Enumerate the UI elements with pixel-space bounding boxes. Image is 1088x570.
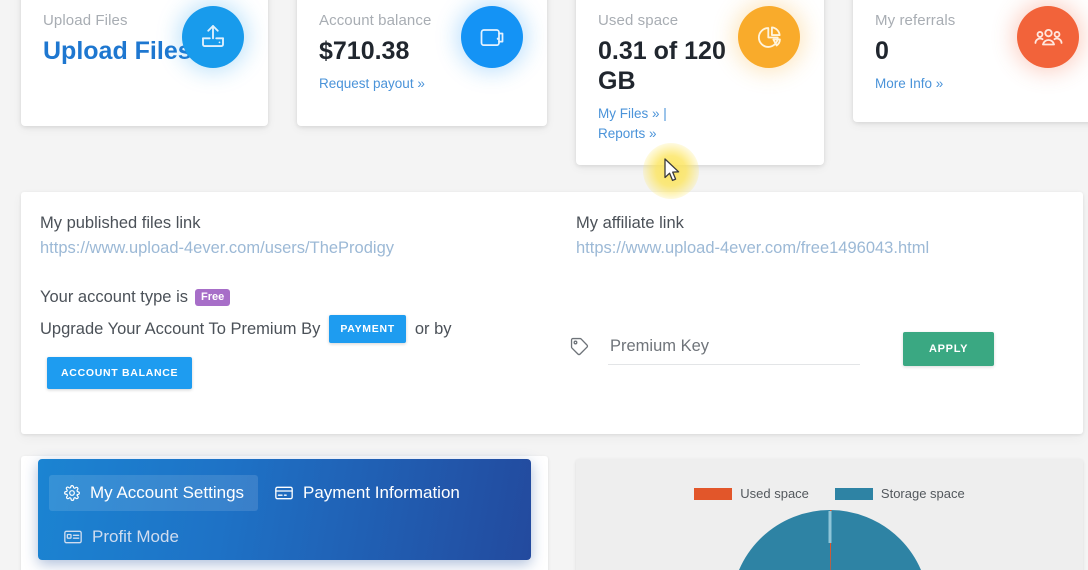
- more-info-link[interactable]: More Info »: [875, 76, 943, 91]
- affiliate-label: My affiliate link: [576, 214, 684, 232]
- people-group-icon: [1017, 6, 1079, 68]
- legend-item-used-space[interactable]: Used space: [694, 486, 809, 501]
- storage-donut-chart[interactable]: [730, 509, 930, 570]
- tab-label: Profit Mode: [92, 527, 179, 546]
- legend-label: Used space: [740, 486, 809, 501]
- link-separator: |: [663, 106, 667, 121]
- account-balance-button[interactable]: ACCOUNT BALANCE: [47, 357, 193, 389]
- tab-my-account-settings[interactable]: My Account Settings: [49, 475, 259, 511]
- account-type-badge: Free: [194, 288, 231, 306]
- apply-button[interactable]: APPLY: [903, 332, 995, 366]
- upgrade-row: Upgrade Your Account To Premium By PAYME…: [40, 315, 452, 343]
- stat-card-body: Upload Files Upload Files: [21, 0, 268, 126]
- affiliate-link[interactable]: https://www.upload-4ever.com/free1496043…: [576, 236, 929, 260]
- tab-label: My Account Settings: [90, 483, 245, 502]
- tab-label: Payment Information: [303, 483, 460, 502]
- stat-card-upload-files[interactable]: Upload Files Upload Files: [21, 0, 268, 126]
- premium-key-row: APPLY: [569, 332, 995, 366]
- legend-label: Storage space: [880, 486, 965, 501]
- upgrade-suffix-label: or by: [414, 320, 452, 338]
- stat-card-links: Request payout »: [319, 74, 469, 94]
- published-files-label: My published files link: [40, 214, 201, 232]
- storage-chart-panel: Used space Storage space: [576, 459, 1083, 570]
- tab-payment-information[interactable]: Payment Information: [260, 475, 474, 511]
- donut-svg: [730, 510, 929, 570]
- legend-item-storage-space[interactable]: Storage space: [834, 486, 965, 501]
- upgrade-label: Upgrade Your Account To Premium By: [40, 320, 321, 338]
- request-payout-link[interactable]: Request payout »: [319, 76, 425, 91]
- upload-cloud-icon: [182, 6, 244, 68]
- stat-card-body: Account balance $710.38 Request payout »: [297, 0, 547, 126]
- premium-key-input[interactable]: [608, 333, 860, 365]
- account-type-label: Your account type is: [40, 288, 188, 306]
- account-info-panel: My published files link https://www.uplo…: [21, 192, 1083, 434]
- published-files-link[interactable]: https://www.upload-4ever.com/users/ThePr…: [40, 236, 394, 260]
- stat-card-body: Used space 0.31 of 120 GB My Files » | R…: [576, 0, 824, 165]
- payment-button[interactable]: PAYMENT: [329, 315, 406, 343]
- id-card-icon: [63, 527, 83, 547]
- stat-card-value: 0: [875, 37, 889, 65]
- reports-link[interactable]: Reports »: [598, 126, 657, 141]
- stat-card-used-space[interactable]: Used space 0.31 of 120 GB My Files » | R…: [576, 0, 824, 165]
- page-viewport: Upload Files Upload Files Account balanc…: [0, 0, 1088, 570]
- stat-card-value: Upload Files: [43, 37, 192, 65]
- legend-swatch-used-space: [694, 487, 733, 500]
- published-files-block: My published files link https://www.uplo…: [40, 212, 394, 260]
- chart-legend: Used space Storage space: [576, 486, 1083, 501]
- stat-card-value: 0.31 of 120 GB: [598, 37, 726, 95]
- affiliate-block: My affiliate link https://www.upload-4ev…: [576, 212, 929, 260]
- stat-card-links: My Files » | Reports »: [598, 104, 748, 144]
- stat-card-value: $710.38: [319, 37, 410, 65]
- tag-icon: [569, 336, 590, 362]
- wallet-icon: [461, 6, 523, 68]
- gear-icon: [63, 484, 81, 502]
- stat-card-my-referrals[interactable]: My referrals 0 More Info »: [853, 0, 1088, 122]
- credit-card-icon: [274, 483, 294, 503]
- tab-profit-mode[interactable]: Profit Mode: [49, 519, 193, 555]
- settings-tabs-panel: My Account Settings Payment Information: [38, 459, 531, 560]
- my-files-link[interactable]: My Files »: [598, 106, 660, 121]
- stat-card-body: My referrals 0 More Info »: [853, 0, 1088, 122]
- stat-card-links: More Info »: [875, 74, 1025, 94]
- stat-card-account-balance[interactable]: Account balance $710.38 Request payout »: [297, 0, 547, 126]
- account-type-row: Your account type is Free: [40, 285, 231, 309]
- pie-chart-icon: [738, 6, 800, 68]
- legend-swatch-storage-space: [834, 487, 873, 500]
